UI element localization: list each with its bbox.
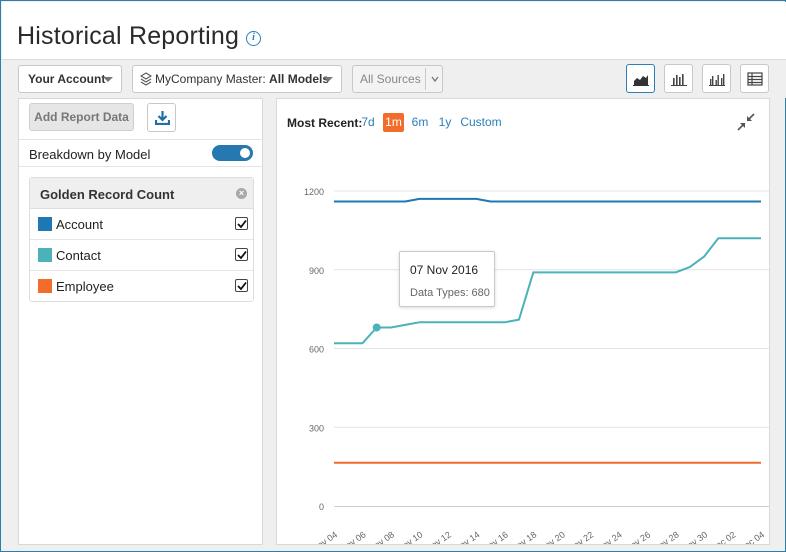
- y-tick-label: 900: [309, 266, 324, 276]
- y-tick-label: 1200: [304, 187, 324, 197]
- color-swatch: [38, 279, 52, 293]
- master-dropdown-value: All Models: [269, 72, 330, 86]
- layers-icon: [140, 72, 152, 86]
- legend-label: Employee: [56, 279, 114, 294]
- x-tick-label: Nov 08: [367, 529, 396, 544]
- table-icon: [747, 72, 763, 86]
- sources-select[interactable]: All Sources: [352, 65, 443, 93]
- range-6m[interactable]: 6m: [410, 113, 430, 132]
- x-tick-label: Nov 26: [623, 529, 652, 544]
- x-tick-label: Nov 18: [509, 529, 538, 544]
- legend-header: Golden Record Count ×: [30, 178, 253, 209]
- app-window: Historical Reporting i Your Account MyCo…: [0, 0, 786, 552]
- x-tick-label: Nov 30: [680, 529, 709, 544]
- download-button[interactable]: [147, 103, 176, 132]
- master-model-dropdown[interactable]: MyCompany Master: All Models: [132, 65, 342, 93]
- x-tick-label: Nov 20: [538, 529, 567, 544]
- legend-item-employee: Employee: [30, 271, 253, 302]
- legend-item-account: Account: [30, 209, 253, 240]
- download-icon: [155, 111, 170, 125]
- legend-card: Golden Record Count × Account Contact Em…: [29, 177, 254, 302]
- legend-title: Golden Record Count: [40, 187, 175, 202]
- y-tick-label: 0: [319, 502, 324, 512]
- range-custom[interactable]: Custom: [460, 113, 502, 132]
- chevron-down-icon: [323, 77, 333, 82]
- chevron-down-icon: [103, 77, 113, 82]
- check-icon: [237, 281, 247, 291]
- series-line-account: [334, 197, 761, 203]
- x-tick-label: Nov 16: [481, 529, 510, 544]
- breakdown-row: Breakdown by Model: [19, 139, 262, 167]
- breakdown-toggle[interactable]: [212, 145, 253, 161]
- check-icon: [237, 250, 247, 260]
- legend-item-contact: Contact: [30, 240, 253, 271]
- color-swatch: [38, 217, 52, 231]
- x-tick-label: Nov 06: [339, 529, 368, 544]
- chart-panel: 0 300 600 900 1200 Nov 04 Nov 06 Nov 08 Nov 10 No…: [276, 98, 770, 545]
- master-dropdown-prefix: MyCompany Master:: [155, 72, 270, 86]
- close-icon[interactable]: ×: [236, 188, 247, 199]
- employee-checkbox[interactable]: [235, 279, 248, 292]
- tooltip-date: 07 Nov 2016: [410, 263, 479, 277]
- chevron-down-icon: [431, 76, 439, 83]
- check-icon: [237, 219, 247, 229]
- y-tick-label: 600: [309, 345, 324, 355]
- breakdown-label: Breakdown by Model: [29, 147, 151, 162]
- account-dropdown-label: Your Account: [28, 72, 106, 86]
- x-tick-label: Nov 14: [452, 529, 481, 544]
- tooltip-value: Data Types: 680: [410, 287, 490, 299]
- range-1m[interactable]: 1m: [383, 113, 404, 132]
- x-tick-label: Nov 22: [566, 529, 595, 544]
- x-tick-label: Nov 10: [395, 529, 424, 544]
- color-swatch: [38, 248, 52, 262]
- x-tick-label: Nov 24: [595, 529, 624, 544]
- grouped-bar-chart-icon: [709, 74, 725, 86]
- account-dropdown[interactable]: Your Account: [18, 65, 122, 93]
- grouped-bar-chart-view-button[interactable]: [702, 64, 731, 93]
- report-data-panel: Add Report Data Breakdown by Model Golde…: [18, 98, 263, 545]
- area-chart-icon: [633, 75, 649, 86]
- sources-placeholder: All Sources: [360, 72, 421, 86]
- page-header: Historical Reporting i: [2, 2, 786, 60]
- highlight-point: [372, 323, 381, 332]
- table-view-button[interactable]: [740, 64, 769, 93]
- toggle-knob: [240, 148, 250, 158]
- x-tick-label: Nov 04: [310, 529, 339, 544]
- info-icon[interactable]: i: [246, 31, 261, 46]
- most-recent-label: Most Recent:: [287, 116, 363, 130]
- y-tick-label: 300: [309, 423, 324, 433]
- bar-chart-icon: [671, 74, 687, 86]
- select-divider: [425, 68, 426, 90]
- range-1y[interactable]: 1y: [437, 113, 453, 132]
- collapse-icon[interactable]: [737, 113, 755, 131]
- line-chart: 03006009001200Nov 04 Nov 06 Nov 08 Nov 10 No…: [304, 187, 769, 544]
- add-report-data-button[interactable]: Add Report Data: [29, 103, 134, 131]
- area-chart-view-button[interactable]: [626, 64, 655, 93]
- legend-label: Account: [56, 217, 103, 232]
- x-tick-label: Dec 02: [709, 529, 738, 544]
- x-tick-label: Dec 04: [737, 529, 766, 544]
- x-tick-label: Nov 28: [652, 529, 681, 544]
- x-tick-label: Nov 12: [424, 529, 453, 544]
- toolbar: Your Account MyCompany Master: All Model…: [2, 60, 786, 98]
- bar-chart-view-button[interactable]: [664, 64, 693, 93]
- range-7d[interactable]: 7d: [359, 113, 377, 132]
- page-title: Historical Reporting: [17, 22, 240, 50]
- account-checkbox[interactable]: [235, 217, 248, 230]
- contact-checkbox[interactable]: [235, 248, 248, 261]
- legend-label: Contact: [56, 248, 101, 263]
- chart-tooltip: 07 Nov 2016 Data Types: 680: [399, 251, 495, 307]
